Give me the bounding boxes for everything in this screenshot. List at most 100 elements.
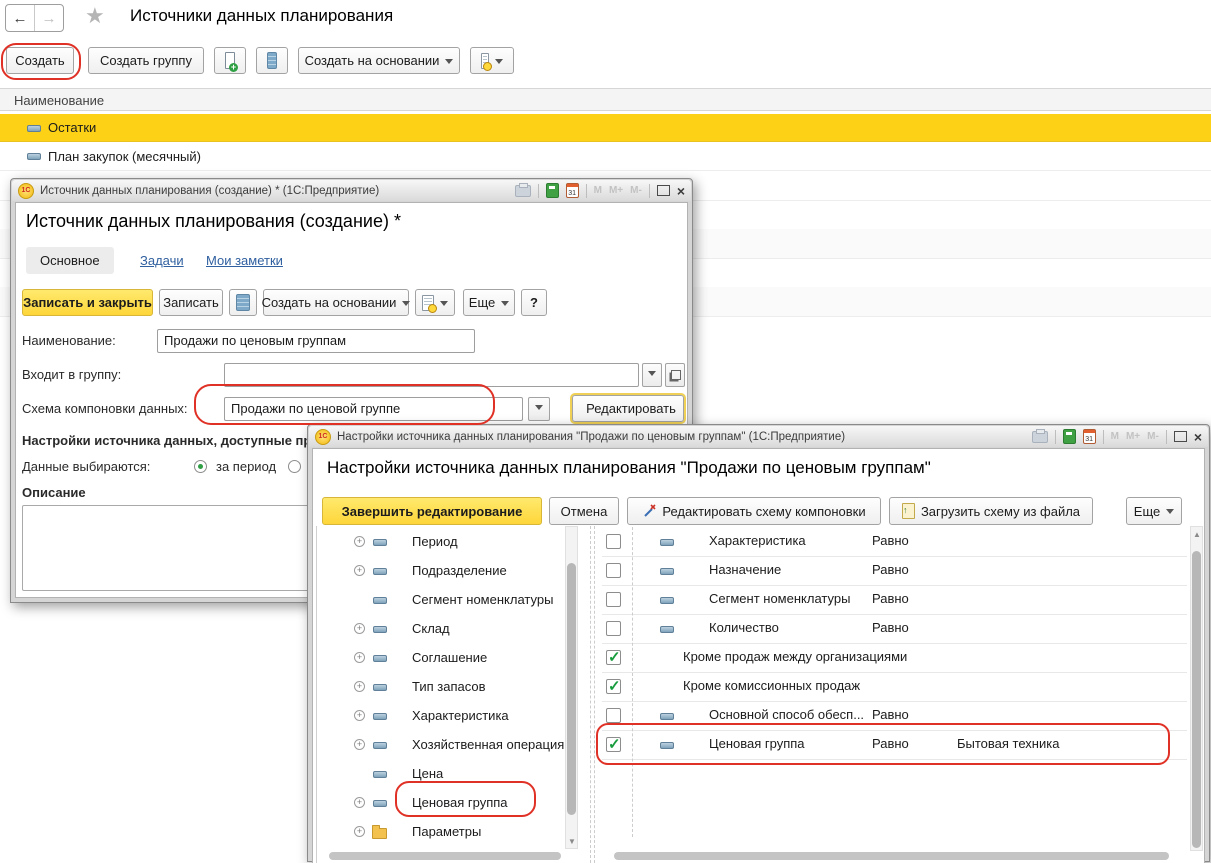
cancel-button[interactable]: Отмена	[549, 497, 619, 525]
expand-icon[interactable]: +	[354, 739, 365, 750]
table-row[interactable]: План закупок (месячный)	[0, 142, 1211, 171]
expand-icon[interactable]: +	[354, 536, 365, 547]
create-group-button[interactable]: Создать группу	[88, 47, 204, 74]
name-input[interactable]: Продажи по ценовым группам	[157, 329, 475, 353]
calendar-icon[interactable]: 31	[566, 183, 579, 198]
tree-item[interactable]: + Подразделение	[316, 557, 561, 586]
grid-row[interactable]: Назначение Равно	[602, 556, 1187, 586]
expand-icon[interactable]: +	[354, 681, 365, 692]
row-checkbox[interactable]	[606, 621, 621, 636]
close-button[interactable]: ×	[1194, 430, 1202, 444]
calculator-icon[interactable]	[1063, 429, 1076, 444]
tab-notes[interactable]: Мои заметки	[206, 253, 283, 268]
memory-m-button[interactable]: M	[594, 185, 602, 196]
print-icon[interactable]	[1032, 431, 1048, 443]
load-schema-button[interactable]: Загрузить схему из файла	[889, 497, 1093, 525]
journal-icon-button[interactable]	[256, 47, 288, 74]
dialog2-titlebar[interactable]: 1С Настройки источника данных планирован…	[309, 426, 1208, 447]
tree-item[interactable]: + Соглашение	[316, 644, 561, 673]
maximize-button[interactable]	[657, 185, 670, 196]
grid-row[interactable]: Сегмент номенклатуры Равно	[602, 585, 1187, 615]
scroll-down-icon[interactable]: ▼	[568, 837, 576, 846]
tree-item[interactable]: + Характеристика	[316, 702, 561, 731]
more-button[interactable]: Еще	[463, 289, 515, 316]
row-checkbox[interactable]	[606, 679, 621, 694]
report-dropdown-button[interactable]	[415, 289, 455, 316]
grid-horizontal-scrollbar[interactable]	[602, 851, 1187, 861]
panel-splitter[interactable]	[590, 526, 591, 863]
memory-m-minus-button[interactable]: M-	[1147, 431, 1159, 442]
row-checkbox[interactable]	[606, 534, 621, 549]
grid-row[interactable]: Кроме продаж между организациями	[602, 643, 1187, 673]
save-button[interactable]: Записать	[159, 289, 223, 316]
grid-row[interactable]: Характеристика Равно	[602, 527, 1187, 557]
row-checkbox[interactable]	[606, 650, 621, 665]
tree-item[interactable]: Цена	[316, 760, 561, 789]
favorite-star-icon[interactable]: ★	[85, 3, 105, 29]
memory-m-plus-button[interactable]: M+	[1126, 431, 1140, 442]
scrollbar-thumb[interactable]	[614, 852, 1169, 860]
group-dropdown-button[interactable]	[642, 363, 662, 387]
forward-button[interactable]: →	[35, 5, 63, 31]
close-button[interactable]: ×	[677, 184, 685, 198]
edit-composition-schema-button[interactable]: Редактировать схему компоновки	[627, 497, 881, 525]
tree-item-price-group[interactable]: + Ценовая группа	[316, 789, 561, 818]
expand-icon[interactable]: +	[354, 797, 365, 808]
tree-item-parameters[interactable]: + Параметры	[316, 818, 561, 847]
schema-input[interactable]: Продажи по ценовой группе	[224, 397, 523, 421]
scrollbar-thumb[interactable]	[329, 852, 561, 860]
edit-schema-button[interactable]: Редактировать	[572, 395, 684, 422]
back-button[interactable]: ←	[6, 5, 35, 31]
table-row[interactable]: Остатки	[0, 114, 1211, 142]
grid-row[interactable]: Основной способ обесп... Равно	[602, 701, 1187, 731]
finish-editing-button[interactable]: Завершить редактирование	[322, 497, 542, 525]
report-dropdown-button[interactable]	[470, 47, 514, 74]
tree-item[interactable]: + Хозяйственная операция	[316, 731, 561, 760]
memory-m-button[interactable]: M	[1111, 431, 1119, 442]
help-button[interactable]: ?	[521, 289, 547, 316]
group-open-button[interactable]	[665, 363, 685, 387]
group-input[interactable]	[224, 363, 639, 387]
scrollbar-thumb[interactable]	[1192, 551, 1201, 848]
expand-icon[interactable]: +	[354, 652, 365, 663]
row-checkbox[interactable]	[606, 563, 621, 578]
more-button[interactable]: Еще	[1126, 497, 1182, 525]
grid-row[interactable]: Кроме комиссионных продаж	[602, 672, 1187, 702]
dialog1-titlebar[interactable]: 1С Источник данных планирования (создани…	[12, 180, 691, 201]
save-and-close-button[interactable]: Записать и закрыть	[22, 289, 153, 316]
create-based-on-button[interactable]: Создать на основании	[298, 47, 460, 74]
radio-for-period[interactable]	[194, 460, 207, 473]
schema-dropdown-button[interactable]	[528, 397, 550, 421]
memory-m-plus-button[interactable]: M+	[609, 185, 623, 196]
new-item-icon-button[interactable]	[214, 47, 246, 74]
tree-vertical-scrollbar[interactable]: ▼	[565, 526, 578, 849]
maximize-button[interactable]	[1174, 431, 1187, 442]
scroll-up-icon[interactable]: ▲	[1193, 530, 1201, 539]
calendar-icon[interactable]: 31	[1083, 429, 1096, 444]
create-based-on-button[interactable]: Создать на основании	[263, 289, 409, 316]
expand-icon[interactable]: +	[354, 623, 365, 634]
row-checkbox[interactable]	[606, 592, 621, 607]
tab-main[interactable]: Основное	[26, 247, 114, 274]
tree-item[interactable]: + Тип запасов	[316, 673, 561, 702]
memory-m-minus-button[interactable]: M-	[630, 185, 642, 196]
print-icon[interactable]	[515, 185, 531, 197]
expand-icon[interactable]: +	[354, 826, 365, 837]
tree-item[interactable]: + Склад	[316, 615, 561, 644]
grid-vertical-scrollbar[interactable]: ▲	[1190, 526, 1203, 851]
calculator-icon[interactable]	[546, 183, 559, 198]
expand-icon[interactable]: +	[354, 710, 365, 721]
grid-row-price-group[interactable]: Ценовая группа Равно Бытовая техника	[602, 730, 1187, 760]
row-checkbox[interactable]	[606, 737, 621, 752]
scrollbar-thumb[interactable]	[567, 563, 576, 815]
radio-second-option[interactable]	[288, 460, 301, 473]
journal-icon-button[interactable]	[229, 289, 257, 316]
tree-item[interactable]: + Период	[316, 528, 561, 557]
create-button[interactable]: Создать	[6, 47, 74, 74]
tree-item[interactable]: Сегмент номенклатуры	[316, 586, 561, 615]
expand-icon[interactable]: +	[354, 565, 365, 576]
tab-tasks[interactable]: Задачи	[140, 253, 184, 268]
tree-horizontal-scrollbar[interactable]	[321, 851, 573, 861]
grid-row[interactable]: Количество Равно	[602, 614, 1187, 644]
row-checkbox[interactable]	[606, 708, 621, 723]
